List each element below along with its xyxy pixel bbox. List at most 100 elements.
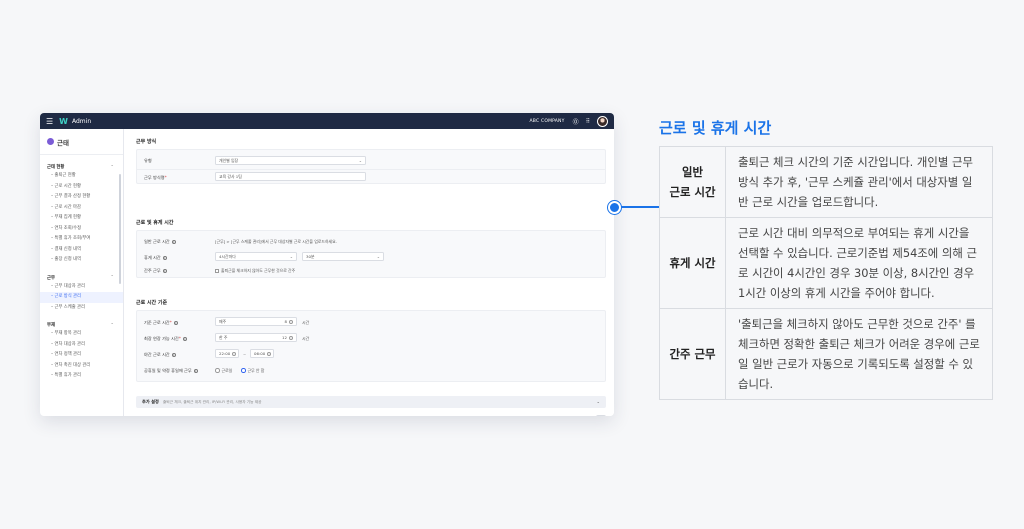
- sidebar-item[interactable]: – 특별 휴가 조회/부여: [40, 234, 123, 245]
- sidebar-item[interactable]: – 근로 방식 관리: [40, 292, 123, 303]
- holiday-option-workday[interactable]: 근로일: [215, 368, 232, 374]
- chevron-up-icon: ⌃: [110, 164, 114, 170]
- std-label: 기준 근로 시간* i: [144, 320, 178, 325]
- extra-settings-desc: 출퇴근 체크, 출퇴근 위치 관리, IP/Wi-Fi 관리, 사용자 기능 제…: [162, 400, 262, 404]
- sidebar-item[interactable]: – 연차 조회/수정: [40, 224, 123, 235]
- admin-window: ☰ W Admin ABC COMPANY ⓪ ⠿ 근태 근태 현황 ⌃ – 출퇴근…: [40, 113, 614, 416]
- section-title-work-standard: 근로 시간 기준: [136, 300, 168, 306]
- attendance-icon: [47, 138, 54, 145]
- sidebar-item[interactable]: – 연차 정책 관리: [40, 350, 123, 361]
- max-unit: 시간: [302, 336, 310, 341]
- sidebar-item[interactable]: – 근무 대상자 관리: [40, 282, 123, 293]
- help-icon[interactable]: ⓪: [573, 117, 579, 126]
- chevron-down-icon: ⌄: [596, 399, 600, 404]
- app-title: Admin: [72, 117, 92, 125]
- holiday-option-off[interactable]: 근무 안 함: [241, 368, 264, 374]
- info-row: 일반 근로 시간 출퇴근 체크 시간의 기준 시간입니다. 개인별 근무 방식 추가…: [659, 146, 993, 218]
- top-nav-bar: ☰ W Admin ABC COMPANY ⓪ ⠿: [40, 113, 614, 129]
- sidebar-section-header[interactable]: 근무 ⌃: [40, 274, 123, 282]
- sidebar-item[interactable]: – 출퇴근 현황: [40, 171, 123, 182]
- max-hours-input[interactable]: 한 주 12: [215, 333, 297, 342]
- sidebar-item[interactable]: – 출장 신청 내역: [40, 255, 123, 266]
- info-title: 근로 및 휴게 시간: [659, 119, 772, 137]
- sidebar-section-header[interactable]: 근태 현황 ⌃: [40, 163, 123, 171]
- holiday-label: 공휴일 및 약정 휴일에 근무 i: [144, 368, 198, 373]
- sidebar-brand-label: 근태: [57, 138, 69, 147]
- clock-icon: [232, 351, 237, 356]
- radio-icon: [215, 368, 220, 373]
- night-start-input[interactable]: 22:00: [215, 349, 239, 358]
- info-value: 근로 시간 대비 의무적으로 부여되는 휴게 시간을 선택할 수 있습니다. 근…: [725, 217, 993, 309]
- std-hours-input[interactable]: 매주 8: [215, 317, 297, 326]
- logo-icon: W: [59, 116, 68, 126]
- chevron-up-icon: ⌃: [110, 322, 114, 328]
- sidebar-item[interactable]: – 근로 시간 마감: [40, 203, 123, 214]
- info-key: 휴게 시간: [659, 217, 726, 309]
- info-value: '출퇴근을 체크하지 않아도 근무한 것으로 간주' 를 체크하면 정확한 출퇴…: [725, 308, 993, 400]
- sidebar-item[interactable]: – 근로 시간 현황: [40, 182, 123, 193]
- extra-settings-bar[interactable]: 추가 설정 출퇴근 체크, 출퇴근 위치 관리, IP/Wi-Fi 관리, 사용자…: [136, 396, 606, 408]
- sidebar: 근태 근태 현황 ⌃ – 출퇴근 현황 – 근로 시간 현황 – 근무 결과 산정 현황…: [40, 129, 124, 416]
- break-duration-select[interactable]: 30분 ⌄: [302, 252, 384, 261]
- deemed-checkbox[interactable]: 출퇴근을 체크하지 않아도 근무한 것으로 간주: [215, 268, 295, 274]
- work-standard-panel: 기준 근로 시간* i 매주 8 시간 최장 연장 가능 시간* i 한 주 12 시간…: [136, 310, 606, 382]
- chevron-down-icon: ⌄: [289, 254, 293, 259]
- night-end-input[interactable]: 06:00: [250, 349, 274, 358]
- general-label: 일반 근로 시간 i: [144, 239, 176, 244]
- sidebar-brand: 근태: [40, 129, 123, 155]
- stepper-icon: [289, 335, 293, 340]
- type-label: 유형: [144, 158, 152, 163]
- std-hours-value: 8: [285, 318, 293, 325]
- stepper-icon: [289, 319, 293, 324]
- info-key: 간주 근무: [659, 308, 726, 400]
- night-separator: ~: [243, 352, 247, 357]
- chevron-down-icon: ⌄: [358, 158, 362, 163]
- main-content: 근무 방식 유형 개인별 입장 ⌄ 근무 방식명* 교육 강사 1팀 근로 및 휴…: [124, 129, 614, 416]
- type-select[interactable]: 개인별 입장 ⌄: [215, 156, 366, 165]
- chevron-up-icon: ⌃: [110, 275, 114, 280]
- break-interval-select[interactable]: 4시간마다 ⌄: [215, 252, 297, 261]
- info-icon: i: [171, 353, 176, 357]
- info-table: 일반 근로 시간 출퇴근 체크 시간의 기준 시간입니다. 개인별 근무 방식 추가…: [659, 146, 993, 400]
- radio-selected-icon: [241, 368, 246, 373]
- sidebar-item[interactable]: – 근무 결과 산정 현황: [40, 192, 123, 203]
- sidebar-scrollbar[interactable]: [119, 174, 121, 284]
- sidebar-item[interactable]: – 근무 스케줄 관리: [40, 303, 123, 314]
- info-row: 휴게 시간 근로 시간 대비 의무적으로 부여되는 휴게 시간을 선택할 수 있습…: [659, 217, 993, 309]
- info-icon: i: [173, 321, 178, 325]
- general-text: [근무] > [근무 스케줄 관리]에서 근무 대상자별 근로 시간을 업로드하…: [215, 239, 337, 244]
- std-unit: 시간: [302, 320, 310, 325]
- sidebar-item[interactable]: – 부재 집계 현황: [40, 213, 123, 224]
- sidebar-item[interactable]: – 결재 신청 내역: [40, 245, 123, 256]
- sidebar-section-header[interactable]: 부재 ⌃: [40, 321, 123, 329]
- connector-dot: [608, 201, 621, 214]
- info-key: 일반 근로 시간: [659, 146, 726, 218]
- deemed-label: 간주 근무 i: [144, 268, 167, 273]
- night-label: 야간 근로 시간 i: [144, 352, 176, 357]
- info-row: 간주 근무 '출퇴근을 체크하지 않아도 근무한 것으로 간주' 를 체크하면 정…: [659, 308, 993, 400]
- info-icon: i: [162, 269, 167, 273]
- chevron-down-icon: ⌄: [376, 254, 380, 259]
- info-icon: i: [182, 337, 187, 341]
- info-icon: i: [193, 369, 198, 373]
- hamburger-icon[interactable]: ☰: [46, 117, 53, 126]
- name-label: 근무 방식명*: [144, 175, 167, 180]
- max-hours-value: 12: [282, 334, 293, 341]
- grid-icon[interactable]: ⠿: [586, 118, 590, 125]
- name-input[interactable]: 교육 강사 1팀: [215, 172, 366, 181]
- work-break-panel: 일반 근로 시간 i [근무] > [근무 스케줄 관리]에서 근무 대상자별 근…: [136, 230, 606, 278]
- clock-icon: [267, 351, 272, 356]
- scroll-top-button[interactable]: ↑: [596, 415, 606, 416]
- extra-settings-title: 추가 설정: [142, 399, 159, 404]
- sidebar-item[interactable]: – 연차 촉진 대상 관리: [40, 361, 123, 372]
- sidebar-item[interactable]: – 부재 항목 관리: [40, 329, 123, 340]
- sidebar-item[interactable]: – 특별 휴가 관리: [40, 371, 123, 382]
- work-type-panel: 유형 개인별 입장 ⌄ 근무 방식명* 교육 강사 1팀: [136, 149, 606, 184]
- company-name[interactable]: ABC COMPANY: [530, 119, 565, 124]
- avatar[interactable]: [597, 115, 608, 127]
- info-icon: i: [162, 256, 167, 260]
- max-label: 최장 연장 가능 시간* i: [144, 336, 187, 341]
- break-label: 휴게 시간 i: [144, 255, 167, 260]
- sidebar-item[interactable]: – 연차 대상자 관리: [40, 340, 123, 351]
- checkbox-icon: [215, 268, 219, 273]
